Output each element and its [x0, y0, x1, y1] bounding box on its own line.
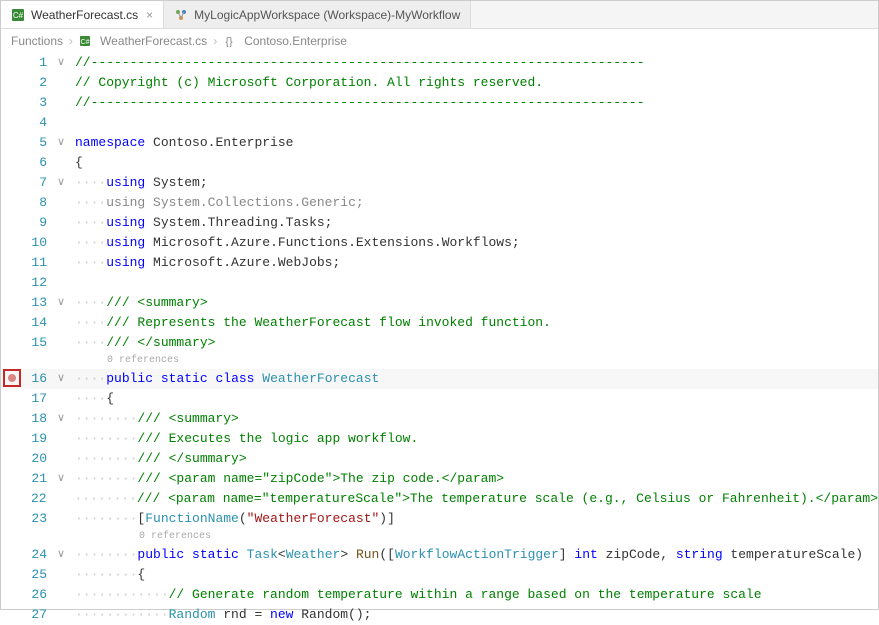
workflow-icon [174, 8, 188, 22]
code-line[interactable]: 5 ∨ namespace Contoso.Enterprise [1, 133, 878, 153]
code-line[interactable]: 9 ····using System.Threading.Tasks; [1, 213, 878, 233]
code-line[interactable]: 13 ∨ ····/// <summary> [1, 293, 878, 313]
close-icon[interactable]: × [146, 8, 153, 22]
code-line[interactable]: 18 ∨ ········/// <summary> [1, 409, 878, 429]
code-line[interactable]: 10 ····using Microsoft.Azure.Functions.E… [1, 233, 878, 253]
tab-label: WeatherForecast.cs [31, 8, 138, 22]
code-line[interactable]: 21 ∨ ········/// <param name="zipCode">T… [1, 469, 878, 489]
code-line[interactable]: 22 ········/// <param name="temperatureS… [1, 489, 878, 509]
namespace-icon: {} [223, 35, 235, 47]
tab-logic-app[interactable]: MyLogicAppWorkspace (Workspace)-MyWorkfl… [164, 1, 471, 28]
code-line[interactable]: 27 ············Random rnd = new Random()… [1, 605, 878, 625]
code-line[interactable]: 16 ∨ ····public static class WeatherFore… [1, 369, 878, 389]
code-line[interactable]: 20 ········/// </summary> [1, 449, 878, 469]
breadcrumb-item[interactable]: Contoso.Enterprise [244, 34, 347, 48]
svg-text:C#: C# [81, 39, 90, 46]
svg-text:C#: C# [13, 11, 24, 20]
code-line[interactable]: 19 ········/// Executes the logic app wo… [1, 429, 878, 449]
code-line[interactable]: 25 ········{ [1, 565, 878, 585]
code-line[interactable]: 12 [1, 273, 878, 293]
svg-text:{}: {} [226, 36, 234, 47]
editor-root: C# WeatherForecast.cs × MyLogicAppWorksp… [0, 0, 879, 610]
fold-toggle[interactable]: ∨ [55, 53, 71, 73]
code-lens[interactable]: 0 references [1, 529, 878, 545]
code-line[interactable]: 11 ····using Microsoft.Azure.WebJobs; [1, 253, 878, 273]
code-line[interactable]: 2 // Copyright (c) Microsoft Corporation… [1, 73, 878, 93]
chevron-right-icon: › [213, 34, 217, 48]
code-lens[interactable]: 0 references [1, 353, 878, 369]
code-line[interactable]: 6 { [1, 153, 878, 173]
breakpoint-icon[interactable] [3, 369, 21, 387]
code-line[interactable]: 8 ····using System.Collections.Generic; [1, 193, 878, 213]
code-editor[interactable]: 1 ∨ //----------------------------------… [1, 53, 878, 625]
code-line[interactable]: 3 //------------------------------------… [1, 93, 878, 113]
code-line[interactable]: 26 ············// Generate random temper… [1, 585, 878, 605]
breadcrumb-item[interactable]: WeatherForecast.cs [100, 34, 207, 48]
line-number: 1 [23, 53, 55, 73]
tab-bar: C# WeatherForecast.cs × MyLogicAppWorksp… [1, 1, 878, 29]
csharp-file-icon: C# [79, 35, 91, 47]
code-line[interactable]: 23 ········[FunctionName("WeatherForecas… [1, 509, 878, 529]
code-line[interactable]: 15 ····/// </summary> [1, 333, 878, 353]
chevron-right-icon: › [69, 34, 73, 48]
code-line[interactable]: 1 ∨ //----------------------------------… [1, 53, 878, 73]
csharp-file-icon: C# [11, 8, 25, 22]
tab-weather-forecast[interactable]: C# WeatherForecast.cs × [1, 1, 164, 28]
code-line[interactable]: 4 [1, 113, 878, 133]
tab-label: MyLogicAppWorkspace (Workspace)-MyWorkfl… [194, 8, 460, 22]
code-line[interactable]: 14 ····/// Represents the WeatherForecas… [1, 313, 878, 333]
breadcrumb[interactable]: Functions › C# WeatherForecast.cs › {} C… [1, 29, 878, 53]
breadcrumb-item[interactable]: Functions [11, 34, 63, 48]
code-line[interactable]: 24 ∨ ········public static Task<Weather>… [1, 545, 878, 565]
code-line[interactable]: 7 ∨ ····using System; [1, 173, 878, 193]
breakpoint-gutter[interactable] [1, 369, 23, 387]
code-line[interactable]: 17 ····{ [1, 389, 878, 409]
